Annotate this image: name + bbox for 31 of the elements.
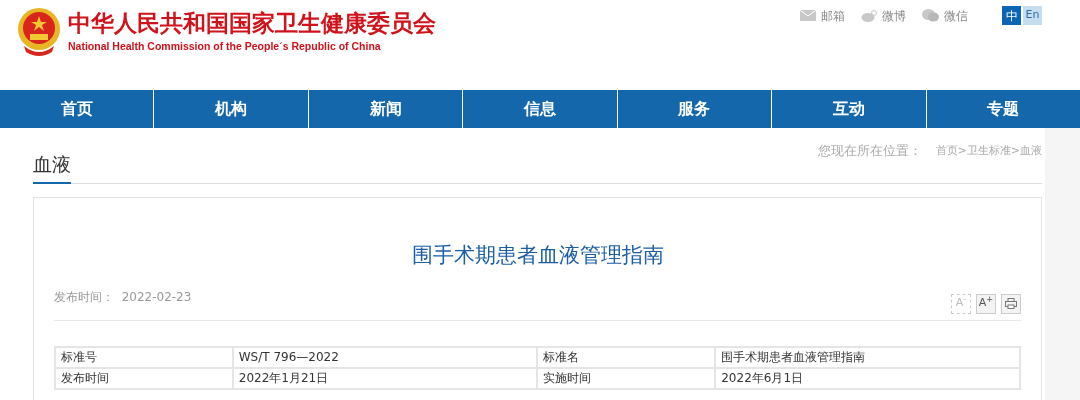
table-cell: WS/T 796—2022: [232, 346, 538, 368]
nav-item[interactable]: 信息: [462, 90, 617, 128]
nav-item[interactable]: 服务: [616, 90, 772, 128]
table-cell: 实施时间: [537, 367, 716, 389]
table-cell: 围手术期患者血液管理指南: [715, 346, 1020, 368]
language-tab[interactable]: En: [1023, 6, 1042, 25]
header-link[interactable]: 邮箱: [821, 6, 845, 25]
nav-item[interactable]: 互动: [771, 90, 926, 128]
table-cell: 2022年6月1日: [715, 367, 1020, 389]
publish-date: 发布时间： 2022-02-23: [54, 288, 192, 306]
table-cell: 2022年1月21日: [232, 367, 538, 389]
font-size-button[interactable]: A$^{+}$: [976, 293, 996, 314]
section-title: 血液: [33, 142, 71, 184]
table-cell: 标准号: [55, 346, 233, 368]
table-cell: 发布时间: [55, 367, 233, 389]
nav-item[interactable]: 机构: [153, 90, 308, 128]
emblem-icon: [16, 6, 62, 56]
nav-item[interactable]: 首页: [0, 90, 154, 128]
envelope-icon: [800, 10, 816, 21]
article-title: 围手术期患者血液管理指南: [410, 242, 665, 269]
site-title: 中华人民共和国国家卫生健康委员会: [68, 9, 436, 39]
header-link[interactable]: 微信: [944, 6, 968, 25]
print-button[interactable]: [1001, 293, 1021, 314]
chat-bubbles-icon: [922, 9, 939, 22]
printer-icon: [1005, 298, 1017, 309]
language-tab[interactable]: 中: [1002, 6, 1021, 25]
site-subtitle: National Health Commission of the People´s Republic of China: [68, 39, 382, 55]
table-cell: 标准名: [537, 346, 716, 368]
header-link[interactable]: 微博: [882, 6, 906, 25]
breadcrumb-label: 您现在所在位置：: [817, 142, 922, 160]
nav-item[interactable]: 新闻: [307, 90, 463, 128]
